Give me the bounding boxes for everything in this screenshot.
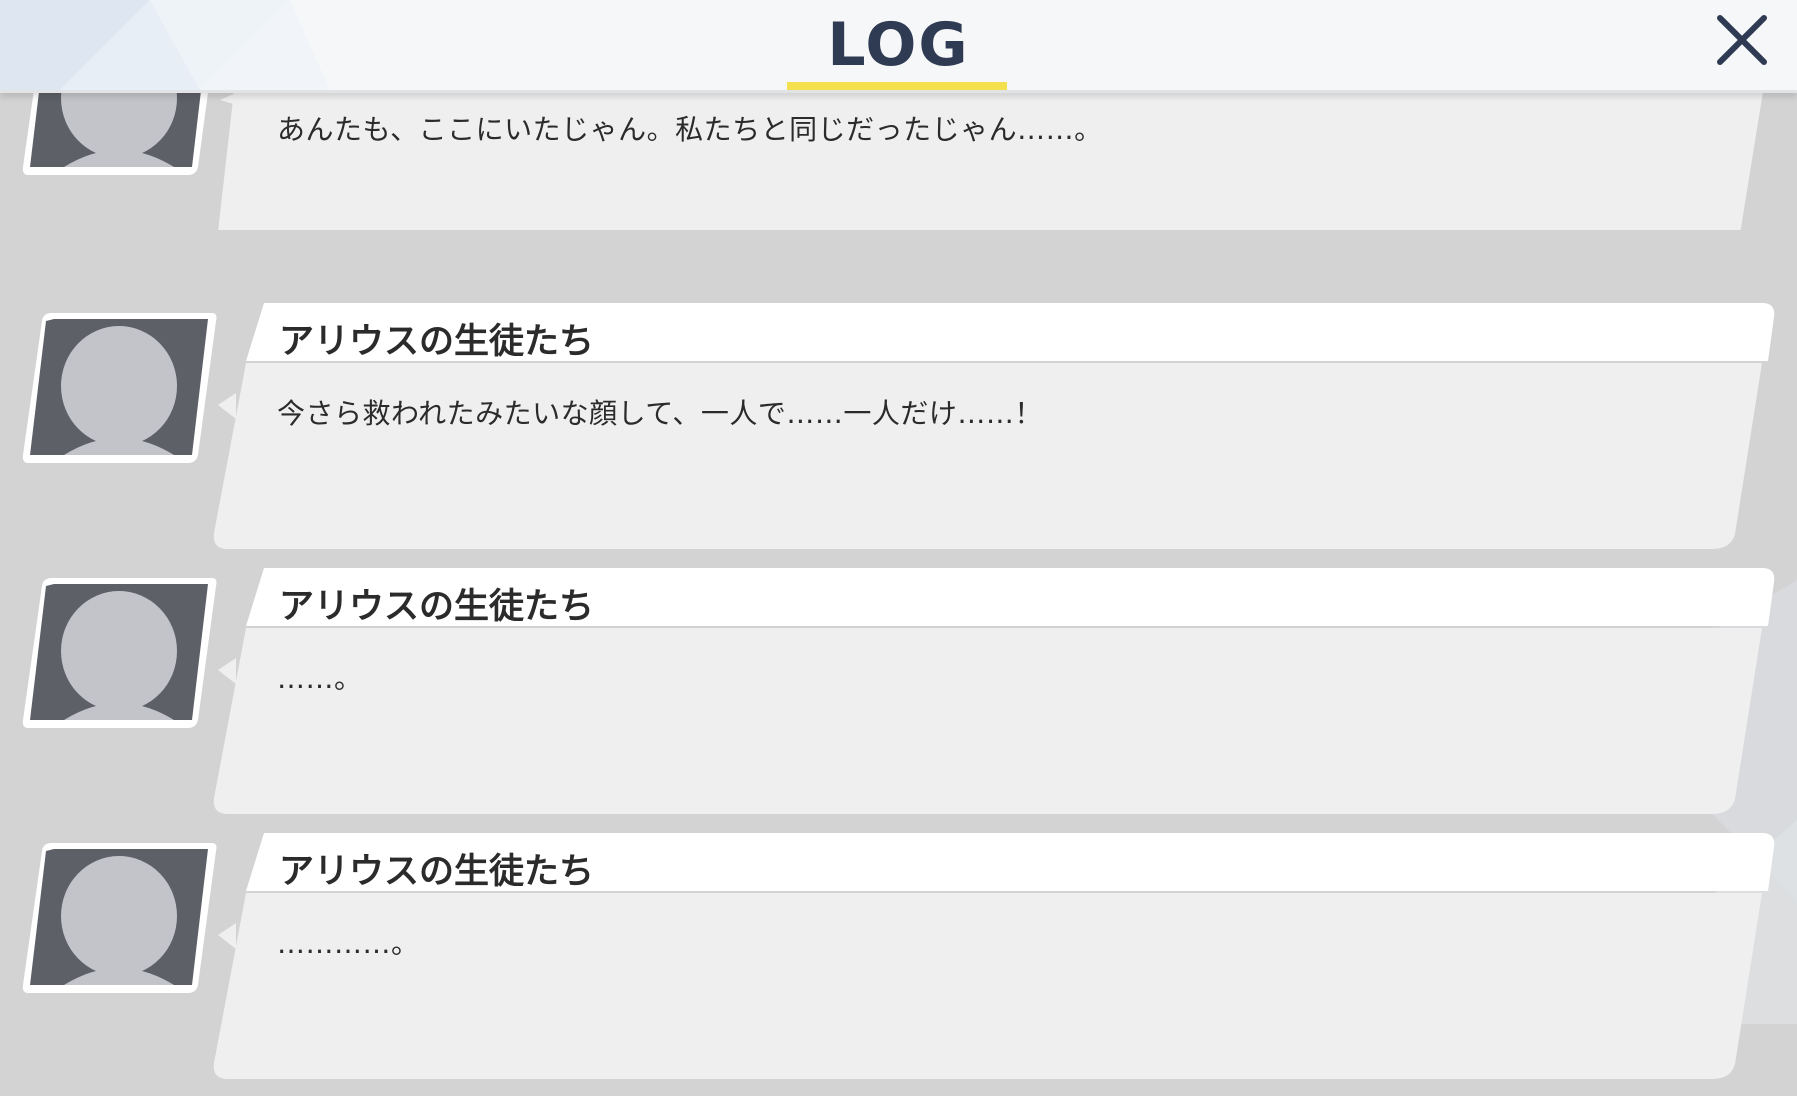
placeholder-avatar-icon <box>22 843 217 993</box>
title-underline <box>787 82 1007 90</box>
speaker-name: アリウスの生徒たち <box>279 322 595 362</box>
speaker-name: アリウスの生徒たち <box>279 852 595 892</box>
page-title: LOG <box>827 10 970 80</box>
dialogue-text: …………。 <box>277 927 420 960</box>
dialogue-panel <box>213 303 1775 549</box>
dialogue-text: あんたも、ここにいたじゃん。私たちと同じだったじゃん……。 <box>277 113 1103 146</box>
log-header: LOG <box>0 0 1797 93</box>
log-entry: アリウスの生徒たち 今さら救われたみたいな顔して、一人で……一人だけ……！ <box>0 301 1797 566</box>
dialogue-text: 今さら救われたみたいな顔して、一人で……一人だけ……！ <box>277 397 1043 430</box>
dialogue-panel <box>213 833 1775 1079</box>
close-icon <box>1717 15 1767 65</box>
log-entry: アリウスの生徒たち ……。 <box>0 566 1797 831</box>
placeholder-avatar-icon <box>22 313 217 463</box>
dialogue-text: ……。 <box>277 662 363 695</box>
placeholder-avatar-icon <box>22 578 217 728</box>
log-entry: アリウスの生徒たち …………。 <box>0 831 1797 1096</box>
dialogue-panel <box>213 568 1775 814</box>
speaker-name: アリウスの生徒たち <box>279 587 595 627</box>
close-button[interactable] <box>1712 10 1772 70</box>
log-list[interactable]: あんたも、ここにいたじゃん。私たちと同じだったじゃん……。 アリウスの生徒たち … <box>0 0 1797 1079</box>
